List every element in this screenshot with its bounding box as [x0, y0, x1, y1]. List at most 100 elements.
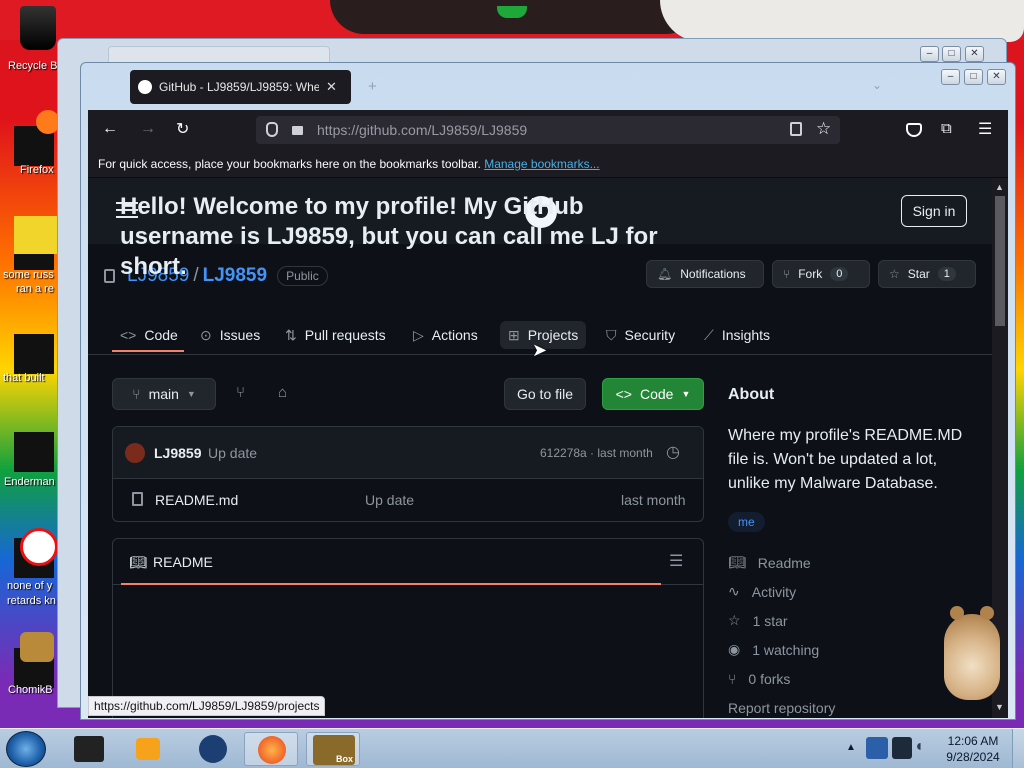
- taskbar-app-dark[interactable]: [62, 732, 116, 766]
- commit-author[interactable]: LJ9859: [154, 445, 201, 461]
- readme-tab-label[interactable]: README: [153, 554, 213, 570]
- mouse-cursor-icon: ➤: [532, 340, 548, 360]
- code-icon-white: <>: [615, 386, 632, 402]
- tab-actions[interactable]: ▷ Actions: [413, 321, 478, 349]
- branch-icon: ⑂: [132, 386, 141, 402]
- tab-security-label: Security: [624, 327, 676, 343]
- bg-maximize-button[interactable]: □: [942, 46, 961, 62]
- code-button-label: Code: [639, 386, 674, 402]
- tracking-shield-icon[interactable]: [266, 122, 278, 137]
- file-commit-message[interactable]: Up date: [365, 492, 414, 508]
- scroll-up-arrow-icon[interactable]: ▲: [995, 182, 1004, 192]
- tab-pull-requests-label: Pull requests: [304, 327, 386, 343]
- branches-icon[interactable]: ⑂: [236, 384, 245, 401]
- forward-arrow-icon[interactable]: →: [140, 120, 156, 138]
- enderman-desktop-icon[interactable]: [14, 432, 54, 472]
- star-icon: ☆: [889, 267, 900, 281]
- taskbar: Box ▲ ◖ 12:06 AM 9/28/2024: [0, 728, 1024, 768]
- tab-issues[interactable]: ⊙ Issues: [200, 321, 260, 349]
- tag-icon[interactable]: ⌂: [278, 384, 287, 401]
- bookmarks-toolbar: For quick access, place your bookmarks h…: [88, 150, 1008, 178]
- document-icon: [14, 216, 58, 254]
- tab-close-icon[interactable]: ✕: [326, 79, 337, 95]
- code-icon: <>: [120, 327, 137, 343]
- url-text[interactable]: https://github.com/LJ9859/LJ9859: [317, 122, 527, 138]
- new-tab-button[interactable]: +: [368, 78, 377, 95]
- sign-in-button[interactable]: Sign in: [901, 195, 967, 227]
- file-commit-time: last month: [621, 492, 686, 508]
- branch-selector[interactable]: ⑂ main ▼: [112, 378, 216, 410]
- github-favicon-icon: [138, 80, 152, 94]
- reader-view-icon[interactable]: [790, 122, 802, 136]
- fork-count: 0: [830, 267, 849, 281]
- pulse-icon: ∿: [728, 583, 740, 599]
- app-menu-icon[interactable]: ☰: [978, 119, 992, 139]
- recycle-bin-icon[interactable]: [20, 6, 56, 50]
- lock-icon[interactable]: [292, 126, 303, 135]
- desktop-pet-hamster[interactable]: [930, 600, 1010, 708]
- taskbar-box-app[interactable]: Box: [306, 732, 360, 766]
- outline-list-icon[interactable]: ☰: [669, 551, 683, 571]
- tab-pull-requests[interactable]: ⇅ Pull requests: [285, 321, 386, 349]
- star-button[interactable]: ☆ Star 1: [878, 260, 976, 288]
- show-desktop-button[interactable]: [1012, 729, 1024, 768]
- code-dropdown-button[interactable]: <> Code ▼: [602, 378, 704, 410]
- table-row: README.md Up date last month: [113, 479, 703, 521]
- pocket-icon[interactable]: [906, 123, 922, 137]
- tab-insights[interactable]: ⟋ Insights: [704, 321, 770, 349]
- readme-panel: 📖︎ README ☰: [112, 538, 704, 718]
- tab-code[interactable]: <> Code: [120, 321, 178, 349]
- list-tabs-chevron-icon[interactable]: ⌄: [872, 78, 882, 92]
- close-window-button[interactable]: ✕: [987, 69, 1006, 85]
- avatar[interactable]: [125, 443, 145, 463]
- maximize-button[interactable]: □: [964, 69, 983, 85]
- tray-expand-arrow-icon[interactable]: ▲: [846, 742, 856, 753]
- tray-volume-icon[interactable]: ◖: [914, 738, 924, 756]
- tab-security[interactable]: ⛉ Security: [606, 321, 675, 349]
- file-list: LJ9859 Up date 612278a · last month ◷ RE…: [112, 426, 704, 522]
- url-bar[interactable]: https://github.com/LJ9859/LJ9859 ☆: [256, 116, 840, 144]
- scrollbar-thumb[interactable]: [995, 196, 1005, 326]
- taskbar-firefox[interactable]: [244, 732, 298, 766]
- eye-icon: ◉: [728, 641, 741, 657]
- taskbar-media-player[interactable]: [122, 732, 176, 766]
- browser-tab-active[interactable]: GitHub - LJ9859/LJ9859: Where ✕: [130, 70, 351, 104]
- taskbar-clock[interactable]: 12:06 AM 9/28/2024: [938, 733, 1008, 765]
- bookmark-star-icon[interactable]: ☆: [816, 119, 831, 139]
- tray-device-icon[interactable]: [892, 737, 912, 759]
- bg-close-button[interactable]: ✕: [965, 46, 984, 62]
- fork-icon: ⑂: [783, 267, 791, 281]
- bookmarks-hint: For quick access, place your bookmarks h…: [98, 157, 481, 171]
- folder-desktop-icon[interactable]: [14, 334, 54, 374]
- taskbar-globe[interactable]: [186, 732, 240, 766]
- readme-link[interactable]: 📖︎ Readme: [728, 548, 988, 577]
- back-arrow-icon[interactable]: ←: [102, 120, 118, 138]
- issue-circle-icon: ⊙: [200, 326, 212, 343]
- extensions-puzzle-icon[interactable]: ⧉: [941, 120, 952, 137]
- about-description: Where my profile's README.MD file is. Wo…: [728, 427, 963, 492]
- start-button[interactable]: [6, 731, 46, 767]
- browser-content: ← → ↻ https://github.com/LJ9859/LJ9859 ☆…: [88, 110, 1008, 718]
- table-icon: ⊞: [508, 326, 520, 343]
- desktop-label-some-russ: some russ: [3, 269, 54, 281]
- file-name-link[interactable]: README.md: [155, 492, 238, 508]
- history-icon[interactable]: ◷: [666, 442, 680, 462]
- box-label: Box: [335, 754, 353, 764]
- shield-icon: ⛉: [606, 326, 617, 343]
- manage-bookmarks-link[interactable]: Manage bookmarks...: [484, 157, 599, 171]
- fork-button[interactable]: ⑂ Fork 0: [772, 260, 870, 288]
- readme-link-label: Readme: [757, 554, 811, 571]
- wallpaper-cloud: [660, 0, 1024, 42]
- book-icon: 📖︎: [129, 554, 147, 570]
- topic-tag[interactable]: me: [728, 512, 765, 532]
- notifications-button[interactable]: 🔔︎ Notifications: [646, 260, 764, 288]
- clock-date: 9/28/2024: [946, 750, 1000, 764]
- commit-meta[interactable]: 612278a · last month: [540, 446, 653, 460]
- tray-network-icon[interactable]: [866, 737, 888, 759]
- bg-minimize-button[interactable]: –: [920, 46, 939, 62]
- reload-icon[interactable]: ↻: [176, 119, 189, 139]
- commit-message[interactable]: Up date: [208, 445, 257, 461]
- go-to-file-button[interactable]: Go to file: [504, 378, 586, 410]
- play-circle-icon: ▷: [413, 326, 424, 343]
- minimize-button[interactable]: –: [941, 69, 960, 85]
